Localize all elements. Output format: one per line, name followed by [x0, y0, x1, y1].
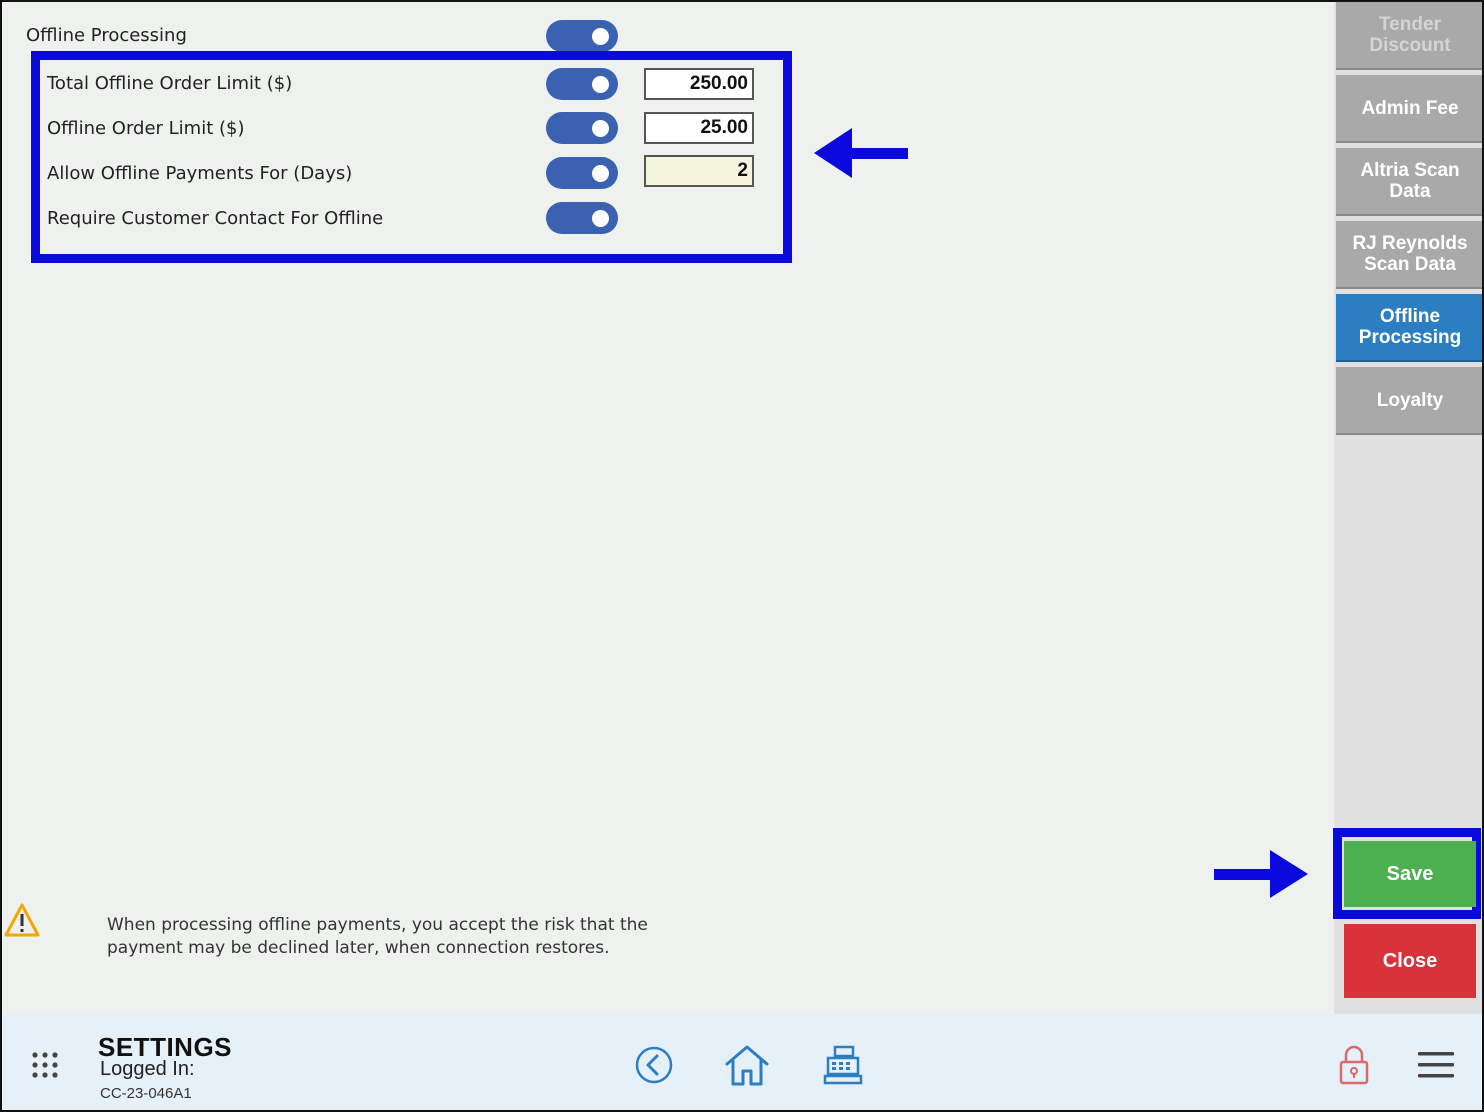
highlight-box [31, 51, 792, 263]
lock-icon[interactable] [1338, 1044, 1370, 1086]
save-button[interactable]: Save [1344, 841, 1476, 907]
main-panel: Offline Processing Total Offline Order L… [2, 2, 1334, 1014]
home-icon[interactable] [724, 1043, 770, 1087]
sidebar-item-label: Tender [1379, 14, 1441, 35]
store-id: CC-23-046A1 [100, 1085, 192, 1102]
sidebar-item-altria-scan-data[interactable]: Altria Scan Data [1336, 148, 1482, 216]
sidebar-item-loyalty[interactable]: Loyalty [1336, 367, 1482, 435]
warning-line-2: payment may be declined later, when conn… [107, 938, 610, 958]
arrow-left-icon [814, 128, 908, 178]
offline-processing-label: Offline Processing [26, 25, 187, 46]
sidebar-item-label: Loyalty [1376, 389, 1444, 411]
apps-grid-icon[interactable] [30, 1050, 60, 1080]
sidebar-item-admin-fee[interactable]: Admin Fee [1336, 75, 1482, 143]
back-icon[interactable] [634, 1045, 674, 1085]
sidebar-item-label: Admin Fee [1361, 97, 1459, 119]
sidebar-item-label: Scan Data [1364, 254, 1456, 275]
toggle-knob [592, 28, 609, 45]
warning-triangle-icon [4, 903, 40, 937]
footer-bar: SETTINGS Logged In: CC-23-046A1 [2, 1014, 1482, 1110]
sidebar-item-label: Processing [1358, 327, 1462, 348]
sidebar-item-label: RJ Reynolds [1352, 233, 1468, 254]
sidebar-item-label: Discount [1369, 35, 1451, 56]
sidebar-item-tender-discount[interactable]: Tender Discount [1336, 2, 1482, 70]
sidebar-item-offline-processing[interactable]: Offline Processing [1336, 294, 1482, 362]
arrow-right-icon [1214, 850, 1308, 898]
register-icon[interactable] [822, 1044, 864, 1086]
offline-processing-toggle[interactable] [546, 20, 618, 52]
sidebar-item-label: Data [1389, 181, 1431, 202]
sidebar-item-label: Altria Scan [1360, 160, 1460, 181]
warning-line-1: When processing offline payments, you ac… [107, 915, 648, 935]
sidebar-item-rj-reynolds-scan-data[interactable]: RJ Reynolds Scan Data [1336, 221, 1482, 289]
sidebar-item-label: Offline [1379, 306, 1441, 327]
menu-icon[interactable] [1418, 1051, 1454, 1079]
app-window: Offline Processing Total Offline Order L… [0, 0, 1484, 1112]
close-button[interactable]: Close [1344, 924, 1476, 998]
offline-risk-warning: When processing offline payments, you ac… [107, 914, 667, 960]
logged-in-label: Logged In: [100, 1058, 195, 1080]
